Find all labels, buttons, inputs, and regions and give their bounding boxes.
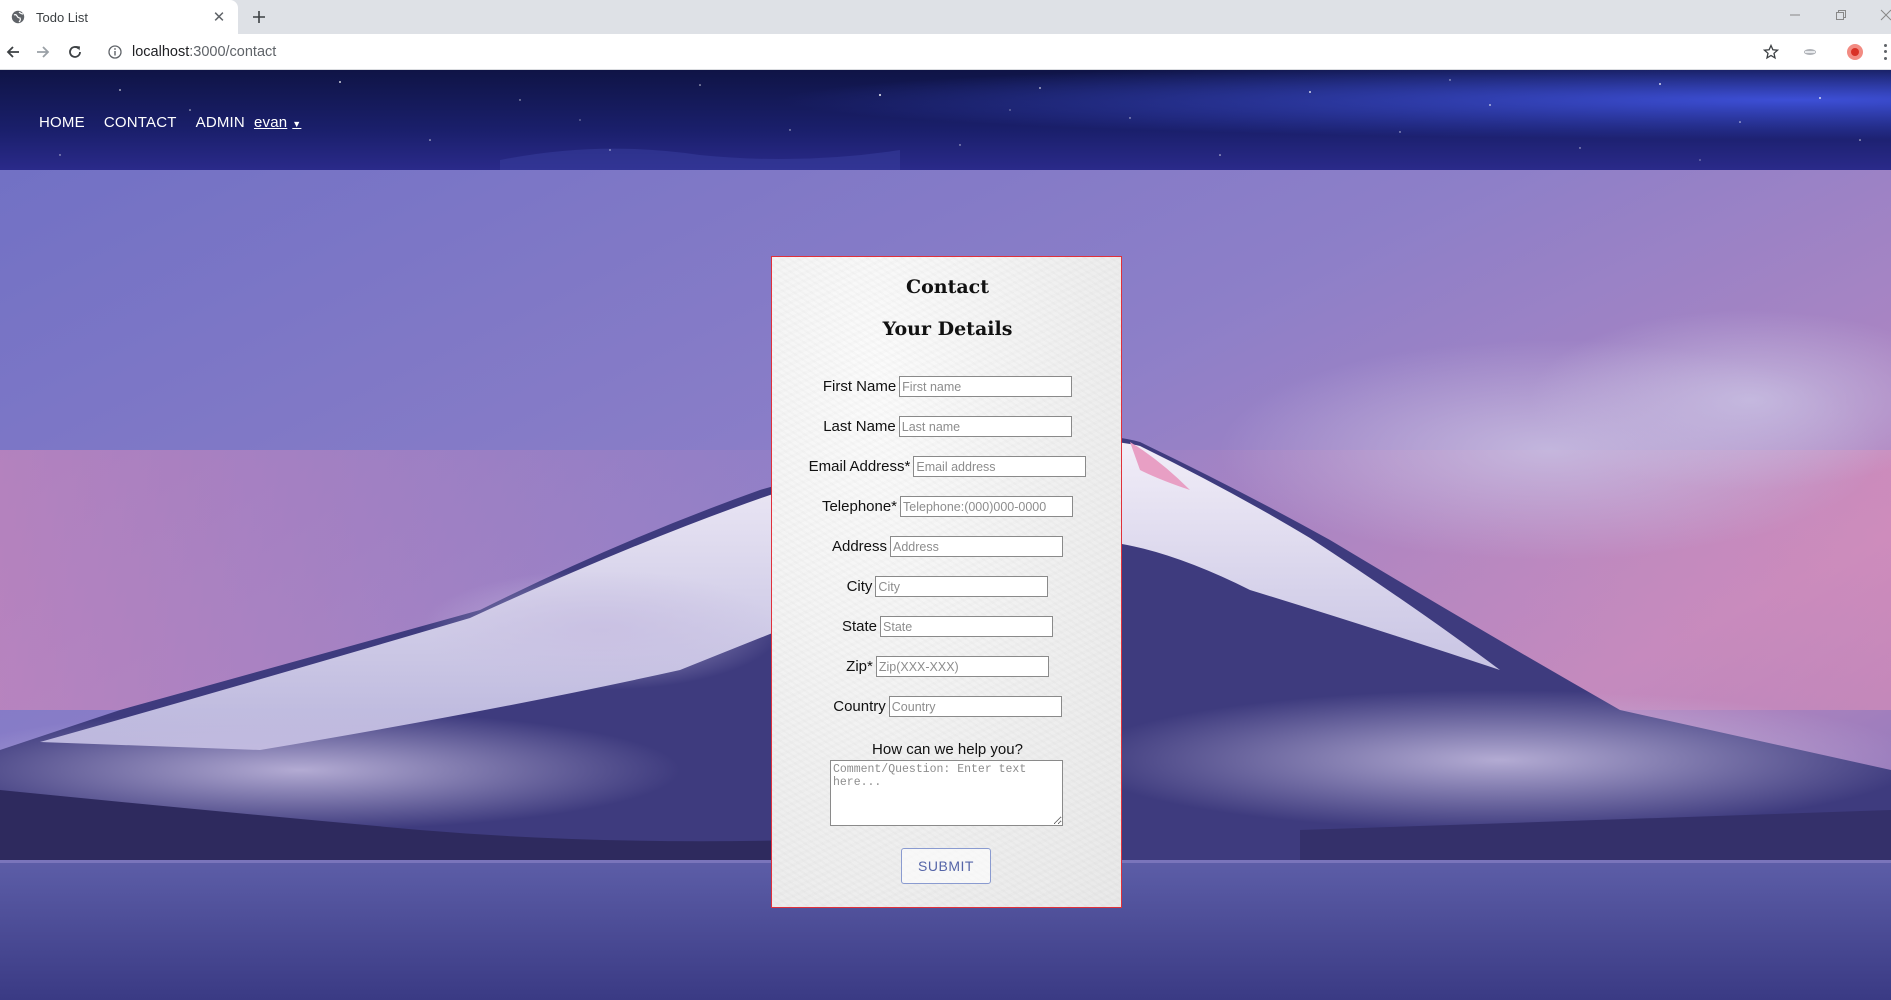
minimize-icon[interactable] bbox=[1775, 0, 1815, 30]
telephone-label: Telephone* bbox=[821, 498, 898, 515]
comment-textarea[interactable] bbox=[830, 760, 1063, 826]
state-row: State bbox=[772, 616, 1123, 637]
email-row: Email Address* bbox=[772, 456, 1123, 477]
city-input[interactable] bbox=[875, 576, 1049, 597]
state-label: State bbox=[841, 618, 878, 635]
city-row: City bbox=[772, 576, 1123, 597]
close-tab-icon[interactable]: ✕ bbox=[208, 6, 230, 28]
last-name-input[interactable] bbox=[898, 416, 1072, 437]
first-name-row: First Name bbox=[772, 376, 1123, 397]
country-label: Country bbox=[833, 698, 886, 715]
back-arrow-icon[interactable] bbox=[0, 39, 26, 65]
zip-input[interactable] bbox=[875, 656, 1049, 677]
url-text: localhost:3000/contact bbox=[132, 44, 276, 60]
contact-title: Contact bbox=[905, 276, 990, 298]
caret-down-icon: ▼ bbox=[292, 119, 302, 129]
browser-tabstrip: Todo List ✕ bbox=[0, 0, 1891, 34]
last-name-label: Last Name bbox=[823, 418, 896, 435]
zip-row: Zip* bbox=[772, 656, 1123, 677]
extension-icon[interactable] bbox=[1800, 42, 1820, 62]
address-label: Address bbox=[831, 538, 888, 555]
telephone-input[interactable] bbox=[900, 496, 1074, 517]
new-tab-icon[interactable] bbox=[248, 6, 270, 28]
site-header: HOME CONTACT ADMIN evan ▼ bbox=[0, 70, 1891, 170]
first-name-label: First Name bbox=[822, 378, 897, 395]
globe-icon bbox=[10, 9, 26, 25]
reload-icon[interactable] bbox=[62, 39, 88, 65]
address-row: Address bbox=[772, 536, 1123, 557]
help-label: How can we help you? bbox=[872, 741, 1023, 758]
country-input[interactable] bbox=[888, 696, 1062, 717]
browser-tab[interactable]: Todo List ✕ bbox=[0, 0, 238, 34]
nav-contact-link[interactable]: CONTACT bbox=[104, 114, 177, 131]
submit-button[interactable]: SUBMIT bbox=[901, 848, 991, 884]
user-name: evan bbox=[253, 114, 288, 131]
first-name-input[interactable] bbox=[899, 376, 1073, 397]
nav-home-link[interactable]: HOME bbox=[39, 114, 85, 131]
tab-title: Todo List bbox=[36, 9, 89, 25]
browser-menu-icon[interactable] bbox=[1880, 42, 1891, 62]
last-name-row: Last Name bbox=[772, 416, 1123, 437]
bookmark-star-icon[interactable] bbox=[1760, 41, 1782, 63]
zip-label: Zip* bbox=[846, 658, 873, 675]
contact-form: Contact Your Details First Name Last Nam… bbox=[771, 256, 1122, 908]
state-input[interactable] bbox=[880, 616, 1054, 637]
city-label: City bbox=[846, 578, 873, 595]
restore-icon[interactable] bbox=[1821, 0, 1861, 30]
email-label: Email Address* bbox=[808, 458, 911, 475]
address-bar[interactable]: localhost:3000/contact bbox=[98, 38, 1768, 66]
info-icon[interactable] bbox=[106, 43, 124, 61]
url-path: :3000/contact bbox=[189, 44, 277, 60]
url-host: localhost bbox=[132, 44, 190, 60]
site-nav: HOME CONTACT ADMIN evan ▼ bbox=[39, 114, 301, 131]
email-input[interactable] bbox=[913, 456, 1087, 477]
nav-admin-link[interactable]: ADMIN bbox=[196, 114, 245, 131]
close-window-icon[interactable] bbox=[1866, 0, 1891, 30]
country-row: Country bbox=[772, 696, 1123, 717]
address-input[interactable] bbox=[890, 536, 1064, 557]
forward-arrow-icon[interactable] bbox=[30, 39, 56, 65]
page-viewport: HOME CONTACT ADMIN evan ▼ Contact Your De… bbox=[0, 70, 1891, 1000]
telephone-row: Telephone* bbox=[772, 496, 1123, 517]
user-dropdown[interactable]: evan ▼ bbox=[254, 114, 301, 131]
browser-toolbar: localhost:3000/contact bbox=[0, 34, 1891, 70]
profile-avatar-icon[interactable] bbox=[1845, 42, 1865, 62]
details-heading: Your Details bbox=[882, 318, 1013, 340]
